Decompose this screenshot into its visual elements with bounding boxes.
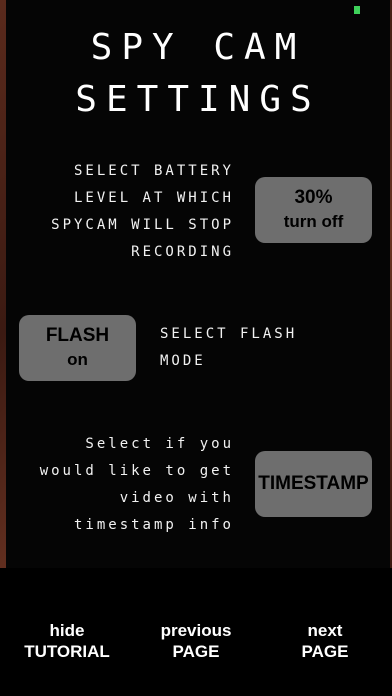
flash-mode-value: FLASH (45, 325, 110, 346)
timestamp-description: Select if you would like to get video wi… (39, 436, 234, 533)
timestamp-button[interactable]: TIMESTAMP (255, 451, 372, 517)
previous-page-button[interactable]: previous PAGE (141, 620, 251, 662)
status-indicator-icon (354, 6, 360, 14)
bottom-navigation: hide TUTORIAL previous PAGE next PAGE (0, 568, 392, 696)
title-line-2: SETTINGS (75, 79, 321, 120)
battery-level-value: 30% (294, 187, 333, 208)
hide-tutorial-line-2: TUTORIAL (24, 642, 110, 661)
hide-tutorial-button[interactable]: hide TUTORIAL (12, 620, 122, 662)
next-page-line-2: PAGE (301, 642, 349, 661)
battery-level-button[interactable]: 30% turn off (255, 177, 372, 243)
next-page-line-1: next (307, 621, 343, 640)
timestamp-value: TIMESTAMP (258, 473, 369, 494)
previous-page-line-2: PAGE (172, 642, 220, 661)
flash-mode-sub: on (67, 350, 88, 369)
next-page-button[interactable]: next PAGE (270, 620, 380, 662)
hide-tutorial-line-1: hide (49, 621, 85, 640)
page-title: SPY CAM SETTINGS (6, 22, 390, 126)
flash-description: SELECT FLASH MODE (160, 326, 298, 369)
title-line-1: SPY CAM (90, 27, 306, 68)
battery-level-sub: turn off (283, 212, 344, 231)
battery-description: SELECT BATTERY LEVEL AT WHICH SPYCAM WIL… (51, 163, 234, 260)
settings-panel: SPY CAM SETTINGS SELECT BATTERY LEVEL AT… (6, 0, 390, 568)
previous-page-line-1: previous (160, 621, 232, 640)
flash-mode-button[interactable]: FLASH on (19, 315, 136, 381)
